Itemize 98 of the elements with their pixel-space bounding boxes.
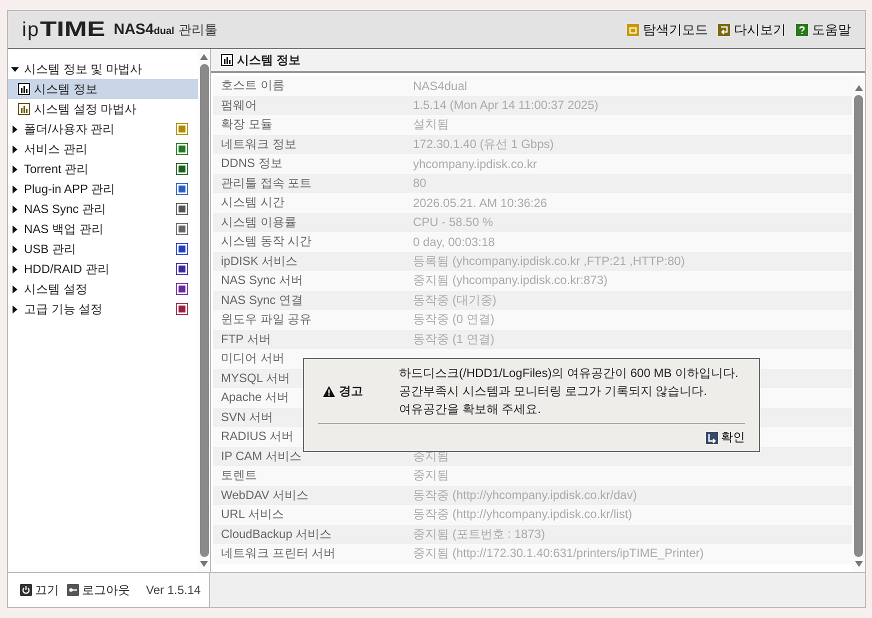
info-label: Apache 서버: [221, 389, 290, 406]
scrollbar[interactable]: [852, 76, 865, 572]
info-value: NAS4dual: [413, 78, 468, 93]
dialog-message: 공간부족시 시스템과 모니터링 로그가 기록되지 않습니다.: [399, 383, 708, 400]
dialog-message: 여유공간을 확보해 주세요.: [399, 401, 542, 418]
info-label: IP CAM 서비스: [221, 448, 302, 465]
info-label: 네트워크 프린터 서버: [221, 545, 336, 562]
info-label: ipDISK 서비스: [221, 252, 298, 270]
collapsed-caret-icon[interactable]: [11, 204, 19, 214]
info-value: 중지됨 (yhcompany.ipdisk.co.kr:873): [413, 272, 608, 290]
panel-title: 시스템 정보: [237, 52, 300, 68]
info-value: 0 day, 00:03:18: [413, 234, 495, 249]
info-label: 시스템 이용률: [221, 214, 296, 231]
key-icon: [67, 584, 79, 596]
menu-item[interactable]: 시스템 정보: [8, 79, 198, 99]
expanded-caret-icon[interactable]: [11, 64, 19, 74]
scroll-up-icon[interactable]: [854, 84, 864, 92]
confirm-button[interactable]: 확인: [706, 429, 745, 446]
scroll-up-icon[interactable]: [199, 53, 209, 61]
bar-chart-icon: [18, 103, 30, 115]
dialog-message: 하드디스크(/HDD1/LogFiles)의 여유공간이 600 MB 이하입니다.: [399, 365, 738, 382]
enter-icon: [706, 432, 718, 444]
info-value: 1.5.14 (Mon Apr 14 11:00:37 2025): [413, 98, 598, 112]
info-value: CPU - 58.50 %: [413, 215, 494, 230]
refresh-icon[interactable]: [718, 24, 730, 36]
header-link[interactable]: 탐색기모드: [643, 20, 708, 38]
menu-group[interactable]: HDD/RAID 관리: [24, 260, 176, 278]
info-label: 관리툴 접속 포트: [221, 174, 312, 192]
collapsed-caret-icon[interactable]: [11, 164, 19, 174]
info-label: SVN 서버: [221, 408, 274, 426]
info-label: 네트워크 정보: [221, 136, 296, 153]
info-value: 80: [413, 176, 426, 190]
menu-group[interactable]: Plug-in APP 관리: [24, 180, 176, 198]
logo: ipTIME: [22, 18, 106, 42]
info-label: NAS Sync 연결: [221, 292, 304, 309]
collapsed-caret-icon[interactable]: [11, 184, 19, 194]
scroll-down-icon[interactable]: [199, 560, 209, 568]
collapsed-caret-icon[interactable]: [11, 284, 19, 294]
menu-group[interactable]: 폴더/사용자 관리: [24, 120, 176, 138]
info-value: 동작중 (대기중): [413, 292, 496, 309]
menu-group[interactable]: NAS 백업 관리: [24, 220, 176, 238]
info-label: CloudBackup 서비스: [221, 526, 332, 543]
info-label: 시스템 시간: [221, 194, 284, 212]
info-label: 미디어 서버: [221, 350, 284, 368]
collapsed-caret-icon[interactable]: [11, 144, 19, 154]
menu-group[interactable]: 서비스 관리: [24, 140, 176, 158]
info-label: 시스템 동작 시간: [221, 233, 312, 250]
dialog-title: 경고: [339, 382, 363, 400]
info-label: 호스트 이름: [221, 77, 284, 94]
menu-group[interactable]: 시스템 설정: [24, 280, 176, 298]
info-label: DDNS 정보: [221, 155, 282, 172]
info-label: URL 서비스: [221, 506, 284, 524]
info-label: 윈도우 파일 공유: [221, 311, 312, 328]
info-label: WebDAV 서비스: [221, 486, 309, 504]
info-label: NAS Sync 서버: [221, 272, 304, 290]
info-value: 중지됨 (포트번호 : 1873): [413, 526, 546, 543]
scroll-down-icon[interactable]: [854, 560, 864, 568]
collapsed-caret-icon[interactable]: [11, 224, 19, 234]
info-label: 확장 모듈: [221, 116, 272, 134]
app-subtitle: 관리툴: [178, 20, 218, 38]
info-value: 중지됨: [413, 467, 449, 484]
menu-group[interactable]: NAS Sync 관리: [24, 200, 176, 218]
bar-chart-icon: [221, 54, 233, 66]
info-value: 중지됨 (http://172.30.1.40:631/printers/ipTIME_Printer): [413, 545, 704, 562]
menu-group[interactable]: USB 관리: [24, 240, 176, 258]
collapsed-caret-icon[interactable]: [11, 304, 19, 314]
header-link[interactable]: 도움말: [812, 20, 851, 38]
info-value: 동작중 (http://yhcompany.ipdisk.co.kr/dav): [413, 486, 637, 504]
info-value: 동작중 (http://yhcompany.ipdisk.co.kr/list): [413, 506, 632, 524]
info-label: 토렌트: [221, 467, 257, 484]
info-value: 등록됨 (yhcompany.ipdisk.co.kr ,FTP:21 ,HTTP:80): [413, 252, 685, 270]
info-label: FTP 서버: [221, 330, 271, 348]
product-name: NAS4dual: [114, 21, 174, 38]
info-label: RADIUS 서버: [221, 428, 294, 446]
info-label: MYSQL 서버: [221, 370, 290, 387]
info-label: 펌웨어: [221, 96, 257, 114]
info-value: 동작중 (1 연결): [413, 330, 494, 348]
help-icon[interactable]: [796, 24, 808, 36]
info-value: 172.30.1.40 (유선 1 Gbps): [413, 136, 554, 153]
collapsed-caret-icon[interactable]: [11, 124, 19, 134]
menu-group[interactable]: 고급 기능 설정: [24, 300, 176, 318]
scrollbar[interactable]: [198, 49, 210, 572]
menu-group[interactable]: 시스템 정보 및 마법사: [24, 60, 188, 78]
logout-button[interactable]: 로그아웃: [67, 582, 130, 598]
header-link[interactable]: 다시보기: [734, 20, 786, 38]
collapsed-caret-icon[interactable]: [11, 264, 19, 274]
power-icon: [20, 584, 32, 596]
version-label: Ver 1.5.14: [146, 583, 201, 597]
info-value: 설치됨: [413, 116, 449, 134]
warning-icon: [323, 386, 335, 396]
collapsed-caret-icon[interactable]: [11, 244, 19, 254]
bar-chart-icon: [18, 83, 30, 95]
menu-item[interactable]: 시스템 설정 마법사: [8, 99, 198, 119]
menu-group[interactable]: Torrent 관리: [24, 160, 176, 178]
info-value: 동작중 (0 연결): [413, 311, 494, 328]
power-button[interactable]: 끄기: [20, 582, 59, 598]
info-value: yhcompany.ipdisk.co.kr: [413, 156, 537, 171]
info-value: 2026.05.21. AM 10:36:26: [413, 196, 548, 210]
